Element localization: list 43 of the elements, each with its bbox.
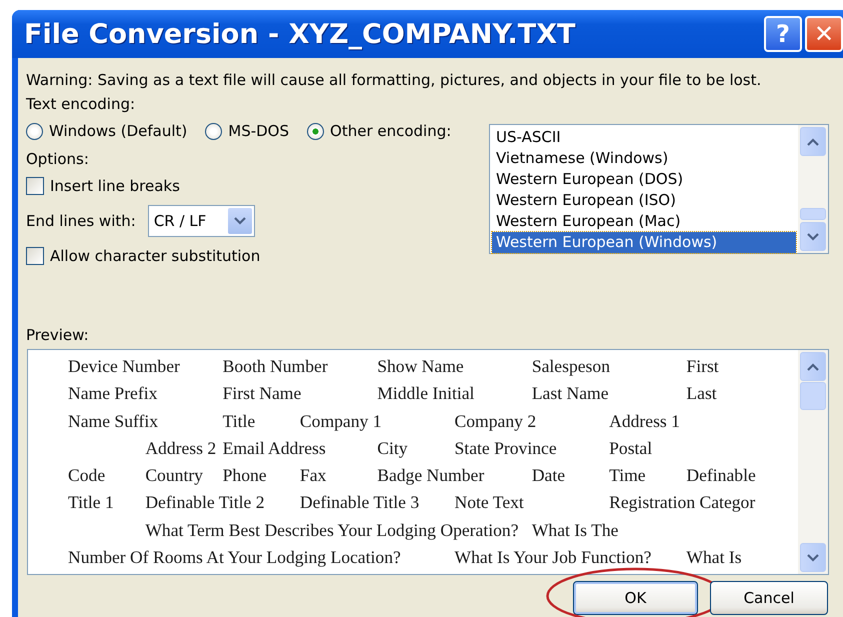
checkbox[interactable] [26,247,44,265]
preview-line: Name Prefix First Name Middle Initial Last Name Last [68,382,718,406]
encoding-radio[interactable]: MS-DOS [205,122,290,140]
warning-text: Warning: Saving as a text file will cause all formatting, pictures, and objects in your file to be lost. [26,70,762,91]
scroll-up-button[interactable] [800,352,826,381]
encoding-list-item[interactable]: Western European (Windows) [492,232,796,253]
scrollbar[interactable] [798,350,828,574]
encoding-radio[interactable]: Windows (Default) [26,122,188,140]
encoding-list-item[interactable]: Western European (ISO) [492,190,796,211]
encoding-radio[interactable]: Other encoding: [307,122,452,140]
window-title: File Conversion - XYZ_COMPANY.TXT [23,18,576,50]
section-label: Text encoding: [26,94,136,115]
scroll-thumb[interactable] [800,208,826,220]
encoding-list-item[interactable]: Western European (Mac) [492,211,796,232]
preview-line: Number Of Rooms At Your Lodging Location? What Is Your Job Function? What Is [68,546,743,570]
preview-line: Title 1 Definable Title 2 Definable Title 3 Note Text Registration Categor [68,491,756,514]
line-ending-dropdown[interactable]: CR / LF [148,205,255,237]
scroll-up-icon [807,362,819,370]
field-label: End lines with: [26,212,136,230]
scroll-up-icon [807,138,819,146]
caret-icon [234,217,246,225]
checkbox[interactable] [26,177,44,195]
scroll-down-button[interactable] [800,543,826,572]
scrollbar[interactable] [798,125,828,253]
preview-line: Address 2 Email Address City State Province Postal [144,436,654,460]
encoding-list-item[interactable]: Western European (DOS) [492,169,796,190]
encoding-list-item[interactable]: US-ASCII [492,127,796,148]
scroll-thumb[interactable] [800,382,826,410]
ok-button[interactable]: OK [573,581,698,615]
scroll-down-button[interactable] [800,222,826,251]
encoding-list-item[interactable]: Vietnamese (Windows) [492,148,796,169]
cancel-button[interactable]: Cancel [710,581,828,615]
scroll-up-button[interactable] [800,127,826,156]
scroll-down-icon [807,232,819,240]
preview-line: Device Number Booth Number Show Name Salespeson First [68,355,720,378]
preview-line: Code Country Phone Fax Badge Number Date Time Definable [68,464,757,488]
section-label: Options: [26,149,90,170]
preview-line: What Term Best Describes Your Lodging Operation? What Is The [144,518,620,542]
section-label: Preview: [26,325,90,346]
checkbox-label: Insert line breaks [50,177,180,195]
checkbox-label: Allow character substitution [50,247,260,265]
scroll-down-icon [807,554,819,562]
preview-line: Name Suffix Title Company 1 Company 2 Address 1 [68,410,681,433]
